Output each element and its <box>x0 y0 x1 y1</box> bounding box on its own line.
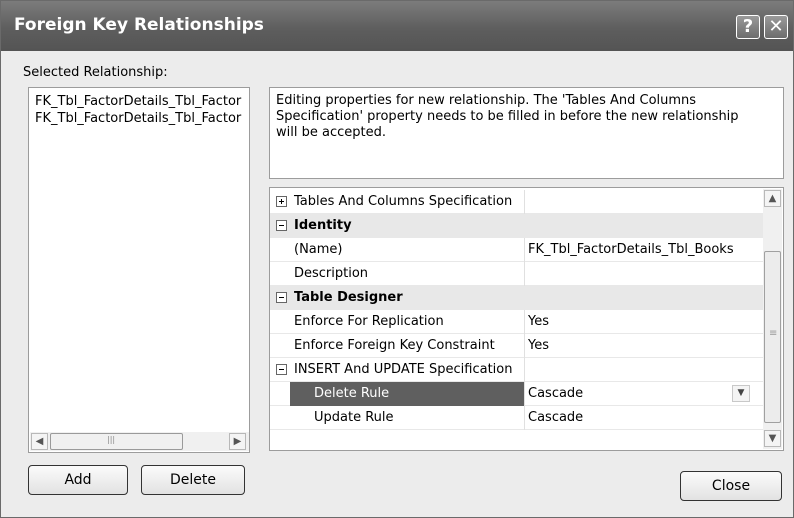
grip-icon: ≡ <box>769 328 778 339</box>
property-name: (Name) <box>294 242 343 257</box>
property-row-enforce-replication[interactable]: Enforce For Replication Yes <box>270 310 764 334</box>
column-divider <box>524 190 525 214</box>
property-name: Update Rule <box>314 410 394 425</box>
property-row-description[interactable]: Description <box>270 262 764 286</box>
property-value[interactable]: Yes <box>528 314 549 329</box>
delete-button[interactable]: Delete <box>141 465 245 495</box>
help-button[interactable]: ? <box>736 15 760 39</box>
scroll-up-button[interactable]: ▲ <box>764 190 781 207</box>
scroll-thumb[interactable]: ≡ <box>764 251 781 423</box>
selected-relationship-label: Selected Relationship: <box>23 65 168 80</box>
add-button[interactable]: Add <box>28 465 128 495</box>
arrow-down-icon: ▼ <box>768 433 777 444</box>
expand-plus-icon[interactable] <box>276 196 287 207</box>
property-name: Description <box>294 266 369 281</box>
horizontal-scrollbar[interactable]: ◀ ||| ▶ <box>30 432 249 451</box>
property-row-insert-update-spec[interactable]: INSERT And UPDATE Specification <box>270 358 764 382</box>
column-divider <box>524 334 525 358</box>
description-box: Editing properties for new relationship.… <box>269 87 784 179</box>
title-bar[interactable]: Foreign Key Relationships ? ✕ <box>1 1 793 51</box>
column-divider <box>524 310 525 334</box>
property-name: Tables And Columns Specification <box>294 194 513 209</box>
close-window-button[interactable]: ✕ <box>764 15 788 39</box>
collapse-minus-icon[interactable] <box>276 364 287 375</box>
list-item[interactable]: FK_Tbl_FactorDetails_Tbl_Factor <box>35 111 245 126</box>
property-row-delete-rule[interactable]: Delete Rule Cascade ▼ <box>270 382 764 406</box>
collapse-minus-icon[interactable] <box>276 292 287 303</box>
property-row-tables-and-columns[interactable]: Tables And Columns Specification <box>270 190 764 214</box>
scroll-left-button[interactable]: ◀ <box>31 433 48 450</box>
column-divider <box>524 382 525 406</box>
property-value[interactable]: Cascade <box>528 410 583 425</box>
vertical-scrollbar[interactable]: ▲ ≡ ▼ <box>763 189 782 449</box>
chevron-down-icon: ▼ <box>737 388 745 398</box>
property-grid[interactable]: Tables And Columns Specification Identit… <box>269 187 784 451</box>
property-name: Enforce For Replication <box>294 314 444 329</box>
description-text: Editing properties for new relationship.… <box>276 93 739 140</box>
column-divider <box>524 238 525 262</box>
arrow-right-icon: ▶ <box>233 436 242 447</box>
scroll-down-button[interactable]: ▼ <box>764 430 781 447</box>
property-value[interactable]: Yes <box>528 338 549 353</box>
relationship-list[interactable]: FK_Tbl_FactorDetails_Tbl_Factor FK_Tbl_F… <box>28 87 250 453</box>
property-row-update-rule[interactable]: Update Rule Cascade <box>270 406 764 430</box>
help-icon: ? <box>742 16 754 37</box>
list-item[interactable]: FK_Tbl_FactorDetails_Tbl_Factor <box>35 94 245 109</box>
close-icon: ✕ <box>768 16 784 37</box>
property-row-name[interactable]: (Name) FK_Tbl_FactorDetails_Tbl_Books <box>270 238 764 262</box>
scroll-right-button[interactable]: ▶ <box>229 433 246 450</box>
column-divider <box>524 358 525 382</box>
category-table-designer[interactable]: Table Designer <box>270 286 764 310</box>
column-divider <box>524 262 525 286</box>
scroll-thumb[interactable]: ||| <box>50 433 183 450</box>
property-name: Enforce Foreign Key Constraint <box>294 338 495 353</box>
category-label: Table Designer <box>294 290 403 305</box>
arrow-up-icon: ▲ <box>768 193 777 204</box>
property-name: INSERT And UPDATE Specification <box>294 362 513 377</box>
category-label: Identity <box>294 218 352 233</box>
arrow-left-icon: ◀ <box>35 436 44 447</box>
property-name: Delete Rule <box>314 386 390 401</box>
property-value[interactable]: FK_Tbl_FactorDetails_Tbl_Books <box>528 242 734 257</box>
dropdown-button[interactable]: ▼ <box>732 385 750 402</box>
column-divider <box>524 406 525 430</box>
dialog-window: Foreign Key Relationships ? ✕ Selected R… <box>0 0 794 518</box>
grip-icon: ||| <box>107 435 116 444</box>
dialog-title: Foreign Key Relationships <box>14 15 264 35</box>
close-button[interactable]: Close <box>680 471 782 501</box>
collapse-minus-icon[interactable] <box>276 220 287 231</box>
delete-rule-select[interactable]: Cascade <box>528 386 583 401</box>
property-row-enforce-fk-constraint[interactable]: Enforce Foreign Key Constraint Yes <box>270 334 764 358</box>
category-identity[interactable]: Identity <box>270 214 764 238</box>
